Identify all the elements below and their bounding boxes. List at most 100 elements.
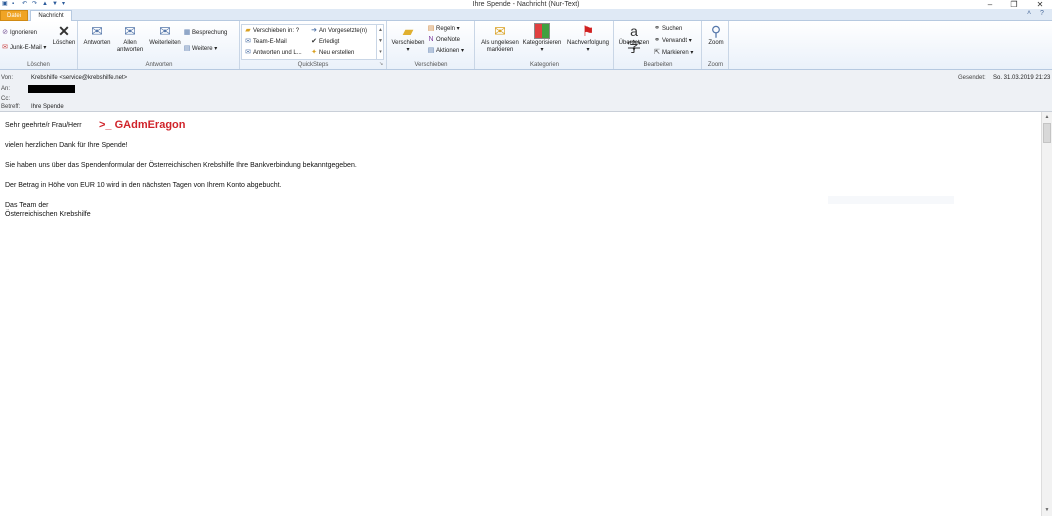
onenote-icon: N	[428, 36, 434, 43]
delete-x-icon: ✕	[58, 23, 70, 39]
team-email-icon: ✉	[245, 38, 251, 45]
actions-icon: ▤	[427, 47, 435, 54]
close-button[interactable]: ✕	[1030, 0, 1050, 9]
checkmark-icon: ✔	[311, 38, 317, 45]
quickstep-vorgesetzte[interactable]: ➜ An Vorgesetzte(n)	[310, 27, 367, 35]
subject-value: Ihre Spende	[31, 104, 64, 110]
restore-button[interactable]: ❐	[1004, 0, 1024, 9]
weitere-button[interactable]: ▤ Weitere ▾	[183, 45, 218, 53]
meeting-icon: ▦	[183, 29, 191, 36]
select-icon: ⇱	[654, 49, 660, 56]
quicksteps-dialog-launcher-icon[interactable]: ↘	[379, 61, 383, 67]
group-label-zoom: Zoom	[707, 62, 724, 68]
reply-all-icon: ✉	[124, 23, 136, 39]
group-label-kategorien: Kategorien	[529, 62, 560, 68]
body-line-1: vielen herzlichen Dank für Ihre Spende!	[5, 142, 128, 149]
besprechung-button[interactable]: ▦ Besprechung	[183, 29, 228, 37]
kategorisieren-button[interactable]: Kategorisieren ▾	[522, 23, 562, 54]
markieren-button[interactable]: ⇱ Markieren ▾	[653, 49, 693, 57]
group-zoom: ⚲ Zoom Zoom	[703, 21, 729, 69]
related-icon: ⚭	[654, 37, 660, 44]
group-bearbeiten: a字 Übersetzen ▾ ⚭ Suchen ⚭ Verwandt ▾ ⇱ Mark…	[615, 21, 702, 69]
quickstep-neu-erstellen[interactable]: ✦ Neu erstellen	[310, 49, 354, 57]
scroll-up-icon[interactable]: ▲	[1042, 113, 1052, 121]
binoculars-icon: ⚭	[654, 25, 660, 32]
group-label-verschieben: Verschieben	[414, 62, 448, 68]
junk-email-button[interactable]: ✉ Junk-E-Mail ▾	[1, 44, 46, 52]
allen-antworten-button[interactable]: ✉ Allen antworten	[114, 23, 146, 54]
minimize-button[interactable]: –	[980, 0, 1000, 9]
group-loeschen: ⊘ Ignorieren ✉ Junk-E-Mail ▾ ✕ Löschen Lös…	[0, 21, 78, 69]
folder-icon: ▰	[245, 27, 251, 34]
help-icon[interactable]: ?	[1040, 10, 1044, 17]
gesendet-label: Gesendet:	[958, 75, 986, 81]
ribbon-minimize-icon[interactable]: ˄	[1027, 10, 1031, 17]
loeschen-button[interactable]: ✕ Löschen	[52, 23, 76, 47]
quickstep-verschieben[interactable]: ▰ Verschieben in: ?	[244, 27, 299, 35]
group-label-loeschen: Löschen	[27, 62, 50, 68]
unread-envelope-icon: ✉	[494, 23, 506, 39]
group-label-quicksteps: QuickSteps	[297, 62, 329, 68]
zoom-button[interactable]: ⚲ Zoom	[705, 23, 727, 47]
von-label: Von:	[1, 75, 14, 81]
faint-highlight	[828, 196, 954, 204]
quicksteps-gallery: ▰ Verschieben in: ? ➜ An Vorgesetzte(n) ✉ T…	[241, 24, 384, 60]
greeting-text: Sehr geehrte/r Frau/Herr	[5, 122, 82, 129]
regeln-button[interactable]: ▤ Regeln ▾	[427, 25, 460, 33]
junk-icon: ✉	[2, 44, 8, 51]
verschieben-button[interactable]: ▰ Verschieben ▾	[390, 23, 426, 54]
cc-label: Cc:	[1, 96, 10, 102]
group-antworten: ✉ Antworten ✉ Allen antworten ✉ Weiterle…	[79, 21, 240, 69]
ignorieren-button[interactable]: ⊘ Ignorieren	[1, 29, 37, 37]
betreff-label: Betreff:	[1, 104, 21, 110]
move-folder-icon: ▰	[402, 23, 414, 39]
tab-datei[interactable]: Datei	[0, 10, 28, 21]
uebersetzen-button[interactable]: a字 Übersetzen ▾	[616, 23, 652, 55]
ignore-icon: ⊘	[2, 29, 8, 36]
aktionen-button[interactable]: ▤ Aktionen ▾	[427, 47, 464, 55]
group-label-bearbeiten: Bearbeiten	[643, 62, 673, 68]
ribbon: ⊘ Ignorieren ✉ Junk-E-Mail ▾ ✕ Löschen Lös…	[0, 21, 1052, 70]
vertical-scrollbar[interactable]: ▲ ▼	[1041, 112, 1052, 516]
flag-icon: ⚑	[581, 23, 595, 39]
translate-icon: a字	[627, 23, 641, 55]
weiterleiten-button[interactable]: ✉ Weiterleiten	[148, 23, 182, 47]
sender-value[interactable]: Krebshilfe <service@krebshilfe.net>	[31, 74, 127, 82]
window-title: Ihre Spende - Nachricht (Nur-Text)	[472, 1, 580, 8]
reply-icon: ✉	[91, 23, 103, 39]
group-verschieben: ▰ Verschieben ▾ ▤ Regeln ▾ N OneNote ▤ Aktio…	[388, 21, 475, 69]
signature-line-1: Das Team der	[5, 202, 49, 209]
message-body[interactable]: Sehr geehrte/r Frau/Herr >_ GAdmEragon v…	[0, 112, 1041, 516]
watermark-text: >_ GAdmEragon	[99, 119, 186, 131]
scroll-down-icon[interactable]: ▼	[1042, 506, 1052, 514]
onenote-button[interactable]: N OneNote	[427, 36, 460, 44]
magnifier-icon: ⚲	[710, 23, 722, 39]
forward-icon: ✉	[159, 23, 171, 39]
quickstep-team-email[interactable]: ✉ Team-E-Mail	[244, 38, 287, 46]
tab-nachricht[interactable]: Nachricht	[30, 10, 72, 21]
antworten-button[interactable]: ✉ Antworten	[82, 23, 112, 47]
suchen-button[interactable]: ⚭ Suchen	[653, 25, 682, 33]
signature-line-2: Österreichischen Krebshilfe	[5, 211, 91, 218]
nachverfolgung-button[interactable]: ⚑ Nachverfolgung ▾	[564, 23, 612, 54]
title-bar: ▣ ▪ ↶ ↷ ▲ ▼ ▾ Ihre Spende - Nachricht (N…	[0, 0, 1052, 9]
quicksteps-scroll[interactable]: ▲ ▼ ▾	[376, 25, 384, 60]
categorize-icon	[534, 23, 550, 39]
group-kategorien: ✉ Als ungelesen markieren Kategorisieren…	[476, 21, 614, 69]
ribbon-tab-row: Datei Nachricht ˄ ?	[0, 9, 1052, 21]
group-quicksteps: ▰ Verschieben in: ? ➜ An Vorgesetzte(n) ✉ T…	[240, 21, 387, 69]
als-ungelesen-markieren-button[interactable]: ✉ Als ungelesen markieren	[478, 23, 522, 54]
message-header: Von: Krebshilfe <service@krebshilfe.net>…	[0, 70, 1052, 112]
scroll-thumb[interactable]	[1043, 123, 1051, 143]
reply-delete-icon: ✉	[245, 49, 251, 56]
new-quickstep-icon: ✦	[311, 49, 317, 56]
rules-icon: ▤	[427, 25, 435, 32]
quickstep-antworten-loeschen[interactable]: ✉ Antworten und L...	[244, 49, 302, 57]
sent-date-value: So. 31.03.2019 21:23	[993, 75, 1051, 81]
verwandt-button[interactable]: ⚭ Verwandt ▾	[653, 37, 692, 45]
body-line-3: Der Betrag in Höhe von EUR 10 wird in de…	[5, 182, 282, 189]
quickstep-erledigt[interactable]: ✔ Erledigt	[310, 38, 339, 46]
redacted-recipient	[28, 85, 75, 93]
group-label-antworten: Antworten	[145, 62, 173, 68]
body-line-2: Sie haben uns über das Spendenformular d…	[5, 162, 357, 169]
